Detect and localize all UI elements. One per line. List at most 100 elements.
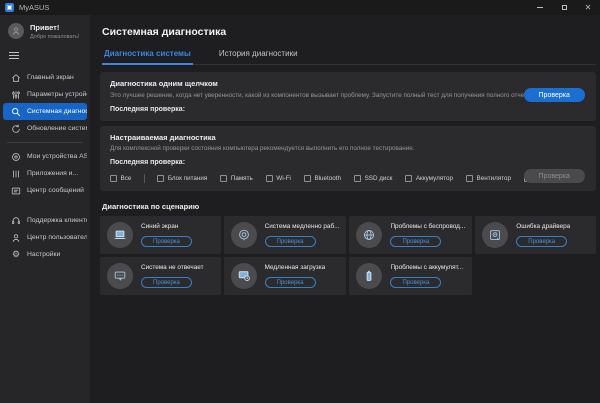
checkbox-bluetooth[interactable]: Bluetooth <box>304 175 341 182</box>
one-click-check-button[interactable]: Проверка <box>524 88 585 102</box>
close-icon: ✕ <box>585 3 592 12</box>
window-controls: ✕ <box>528 0 600 15</box>
card-wireless-problems: Проблемы с беспровод... Проверка <box>349 216 472 254</box>
tab-diagnostics-history[interactable]: История диагностики <box>217 49 300 64</box>
one-click-description: Это лучшее решение, когда нет уверенност… <box>110 92 540 99</box>
maximize-icon <box>562 5 567 10</box>
one-click-diagnostics-panel: Диагностика одним щелчком Это лучшее реш… <box>100 72 596 121</box>
diagnostics-search-icon <box>11 107 21 117</box>
sidebar-item-system-diagnostics[interactable]: Системная диагностика <box>3 103 87 120</box>
slow-system-gauge-icon <box>231 222 257 248</box>
card-system-not-responding: Система не отвечает Проверка <box>100 257 221 295</box>
checkbox-wifi[interactable]: Wi-Fi <box>266 175 291 182</box>
window-titlebar: ▣ MyASUS ✕ <box>0 0 600 15</box>
card-blue-screen: Синий экран Проверка <box>100 216 221 254</box>
custom-last-check-label: Последняя проверка: <box>110 159 586 166</box>
sidebar-item-label: Поддержка клиентов <box>27 217 87 224</box>
battery-icon <box>356 263 382 289</box>
close-button[interactable]: ✕ <box>576 0 600 15</box>
scenario-check-button[interactable]: Проверка <box>390 277 441 288</box>
messages-icon <box>11 186 21 196</box>
minimize-icon <box>537 7 543 8</box>
checkbox-icon <box>304 175 311 182</box>
checkbox-all[interactable]: Все <box>110 175 131 182</box>
checkbox-icon <box>354 175 361 182</box>
sidebar-item-label: Мои устройства ASUS <box>27 153 87 160</box>
component-checkbox-row: Все Блок питания Память Wi-Fi Bluet <box>110 174 586 183</box>
one-click-title: Диагностика одним щелчком <box>110 79 586 88</box>
system-update-icon <box>11 124 21 134</box>
card-battery-problems: Проблемы с аккумулят... Проверка <box>349 257 472 295</box>
menu-toggle-button[interactable] <box>9 50 19 61</box>
sidebar-item-my-devices[interactable]: Мои устройства ASUS <box>3 148 87 165</box>
checkbox-ssd[interactable]: SSD диск <box>354 175 392 182</box>
checkbox-fan[interactable]: Вентилятор <box>466 175 511 182</box>
sidebar-item-label: Параметры устройства <box>27 91 87 98</box>
scenario-check-button[interactable]: Проверка <box>141 277 192 288</box>
custom-check-button[interactable]: Проверка <box>524 169 585 183</box>
scenario-section-title: Диагностика по сценарию <box>102 202 596 211</box>
checkbox-memory[interactable]: Память <box>220 175 252 182</box>
main-content: Системная диагностика Диагностика систем… <box>90 15 600 403</box>
maximize-button[interactable] <box>552 0 576 15</box>
scenario-check-button[interactable]: Проверка <box>516 236 567 247</box>
sidebar-item-customer-support[interactable]: Поддержка клиентов <box>3 212 87 229</box>
settings-gear-icon: ⚙ <box>11 250 21 260</box>
sidebar-item-settings[interactable]: ⚙ Настройки <box>3 246 87 263</box>
support-headset-icon <box>11 216 21 226</box>
checkbox-icon <box>466 175 473 182</box>
checkbox-battery[interactable]: Аккумулятор <box>405 175 453 182</box>
sidebar-item-label: Настройки <box>27 251 60 258</box>
user-icon <box>11 233 21 243</box>
card-system-slow: Система медленно раб... Проверка <box>224 216 347 254</box>
checkbox-icon <box>157 175 164 182</box>
checkbox-power-supply[interactable]: Блок питания <box>157 175 207 182</box>
minimize-button[interactable] <box>528 0 552 15</box>
driver-error-icon <box>482 222 508 248</box>
wireless-globe-icon <box>356 222 382 248</box>
user-profile[interactable]: Привет! Добро пожаловать! <box>0 23 90 40</box>
checkbox-icon <box>266 175 273 182</box>
tab-bar: Диагностика системы История диагностики <box>102 49 596 65</box>
scenario-cards-grid: Синий экран Проверка Система медленно ра… <box>100 216 596 295</box>
slow-boot-clock-icon <box>231 263 257 289</box>
sidebar-divider <box>7 142 83 143</box>
scenario-check-button[interactable]: Проверка <box>390 236 441 247</box>
custom-title: Настраиваемая диагностика <box>110 133 586 142</box>
devices-icon <box>11 152 21 162</box>
sidebar-nav: Главный экран Параметры устройства Систе… <box>0 69 90 263</box>
checkbox-icon <box>405 175 412 182</box>
scenario-check-button[interactable]: Проверка <box>265 236 316 247</box>
welcome-text: Добро пожаловать! <box>30 34 79 40</box>
checkbox-separator <box>144 174 145 183</box>
sliders-icon <box>11 90 21 100</box>
sidebar-item-message-center[interactable]: Центр сообщений <box>3 182 87 199</box>
card-slow-boot: Медленная загрузка Проверка <box>224 257 347 295</box>
sidebar-item-label: Главный экран <box>27 74 74 81</box>
card-driver-error: Ошибка драйвера Проверка <box>475 216 596 254</box>
tab-system-diagnostics[interactable]: Диагностика системы <box>102 49 193 65</box>
sidebar-item-home[interactable]: Главный экран <box>3 69 87 86</box>
sidebar-item-label: Системная диагностика <box>27 108 87 115</box>
not-responding-bubble-icon <box>107 263 133 289</box>
sidebar-item-system-update[interactable]: Обновление системы <box>3 120 87 137</box>
window-title: MyASUS <box>19 3 49 12</box>
sidebar: Привет! Добро пожаловать! Главный экран … <box>0 15 90 403</box>
sidebar-item-label: Обновление системы <box>27 125 87 132</box>
scenario-check-button[interactable]: Проверка <box>141 236 192 247</box>
sidebar-item-apps[interactable]: Приложения и... <box>3 165 87 182</box>
page-title: Системная диагностика <box>102 26 596 38</box>
custom-diagnostics-panel: Настраиваемая диагностика Для комплексно… <box>100 126 596 192</box>
greeting-text: Привет! <box>30 23 79 32</box>
one-click-last-check-label: Последняя проверка: <box>110 106 586 113</box>
avatar <box>8 23 24 39</box>
sidebar-item-label: Центр сообщений <box>27 187 84 194</box>
checkbox-icon <box>220 175 227 182</box>
sidebar-item-label: Центр пользователя <box>27 234 87 241</box>
sidebar-item-label: Приложения и... <box>27 170 78 177</box>
sidebar-item-device-settings[interactable]: Параметры устройства <box>3 86 87 103</box>
checkbox-icon <box>110 175 117 182</box>
sidebar-item-user-center[interactable]: Центр пользователя <box>3 229 87 246</box>
custom-description: Для комплексной проверки состояния компь… <box>110 145 540 152</box>
scenario-check-button[interactable]: Проверка <box>265 277 316 288</box>
